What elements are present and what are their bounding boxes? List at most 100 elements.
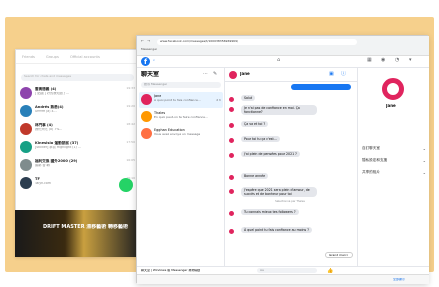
avatar	[228, 106, 235, 113]
avatar	[228, 152, 235, 159]
poster-text: DRIFT MASTER 漂移藝術 轉移藝術	[43, 224, 129, 230]
chat-preview: 最新.台.轉	[35, 164, 50, 167]
forward-arrow-icon[interactable]: →	[147, 39, 150, 43]
list-item[interactable]: 雷奧德義 (4) [ 貼圖 ] 好的我知道了... 19:33	[20, 86, 140, 103]
chat-name: Andrés 熟悉(4)	[35, 105, 64, 109]
tab-groups[interactable]: Groups	[46, 55, 59, 59]
conversation-list: 聊天室 ⋯ ✎ 搜尋 Messenger Jane A quoi point t…	[137, 68, 225, 266]
avatar	[20, 177, 32, 189]
list-item[interactable]: 林門事 (4) 我們大吃 (a) 7%... 18:42	[20, 122, 140, 139]
messenger-icon[interactable]: ◉	[381, 57, 385, 63]
avatar	[20, 87, 32, 99]
tab-official-accounts[interactable]: Official accounts	[70, 55, 100, 59]
message-bubble: Ça va et toi ?	[241, 121, 269, 127]
chat-name: 林門事 (4)	[35, 123, 53, 127]
url-text: www.facebook.com/messages/t/100038356969…	[160, 40, 238, 43]
phone-search-placeholder: Search for chats and messages	[24, 75, 72, 78]
chat-time: 16:05	[126, 159, 135, 162]
avatar	[20, 159, 32, 171]
chat-time: 17:50	[126, 141, 135, 144]
contact-name: Jane	[386, 104, 396, 108]
option-label: 自訂聊天室	[362, 146, 380, 150]
options-icon[interactable]: ⋯	[203, 71, 208, 77]
chat-name: 雷奧德義 (4)	[35, 87, 57, 91]
avatar	[228, 96, 235, 103]
conversation-name: Jane	[154, 94, 162, 98]
search-input[interactable]: 搜尋 Messenger	[141, 82, 221, 88]
chat-preview: Ufffffff (a) 4...	[35, 110, 57, 113]
video-call-icon[interactable]: ▣	[329, 71, 334, 77]
chevron-down-icon: ⌄	[422, 170, 426, 175]
chat-preview: 我們大吃 (a) 7%...	[35, 128, 63, 131]
facebook-logo-icon[interactable]: f	[141, 57, 150, 66]
avatar	[229, 71, 237, 79]
option-privacy-support[interactable]: 隱私設定和支援 ⌄	[362, 158, 428, 168]
tab-title[interactable]: Messenger	[141, 48, 157, 52]
conversation-name: Thales	[154, 111, 166, 115]
list-item[interactable]: Thales En quoi peut-on te faire confianc…	[139, 109, 223, 125]
avatar	[228, 188, 235, 195]
avatar	[228, 122, 235, 129]
chat-name: TF	[35, 177, 40, 181]
avatar	[141, 94, 152, 105]
chat-name: Kinesislo 運動發展 (37)	[35, 141, 79, 145]
option-shared-photos[interactable]: 共享的相片 ⌄	[362, 170, 428, 180]
list-item[interactable]: 福利交換 國外2000 (29) 最新.台.轉 16:05	[20, 158, 140, 175]
message-input[interactable]: Aa	[257, 268, 317, 273]
avatar	[228, 210, 235, 217]
search-icon[interactable]: ⌕	[153, 58, 155, 62]
list-item[interactable]: Andrés 熟悉(4) Ufffffff (a) 4... 19:20	[20, 104, 140, 121]
list-item[interactable]: Jane A quoi point tu fais confiance... 2…	[139, 92, 223, 108]
avatar	[228, 174, 235, 181]
conversation-info-panel: Jane 自訂聊天室 ⌄ 隱私設定和支援 ⌄ 共享的相片 ⌄	[357, 68, 429, 266]
chat-preview: [Sticker] 恭喜 Highlight (1) ...	[35, 146, 81, 149]
phone-search-input[interactable]: Search for chats and messages	[21, 74, 134, 81]
message-bubble: J'espère que 2021 sera plein d'amour, de…	[241, 187, 317, 197]
message-timestamp: Sélectionné par Thales	[275, 200, 305, 203]
message-bubble: Bonne année	[241, 173, 269, 179]
info-icon[interactable]: ⓘ	[341, 71, 346, 77]
grid-menu-icon[interactable]: ▦	[367, 57, 372, 63]
avatar	[382, 78, 404, 100]
url-bar[interactable]: www.facebook.com/messages/t/100038356969…	[157, 39, 357, 45]
chat-name: 福利交換 國外2000 (29)	[35, 159, 78, 163]
message-bubble: Tu connais mieux tes followers ?	[241, 209, 299, 215]
phone-top-bar: Friends Groups Official accounts	[16, 50, 141, 64]
back-arrow-icon[interactable]: ←	[141, 39, 144, 43]
conversation-title: Jane	[240, 72, 250, 76]
avatar	[228, 228, 235, 235]
new-message-icon[interactable]: ✎	[213, 71, 217, 77]
home-icon[interactable]: ⌂	[277, 57, 280, 63]
chat-preview: Taiyh.com	[35, 182, 51, 185]
option-label: 共享的相片	[362, 170, 380, 174]
option-label: 隱私設定和支援	[362, 158, 388, 162]
message-bubble: Salut	[241, 95, 256, 101]
avatar	[20, 123, 32, 135]
download-bar: 全部顯示	[137, 274, 429, 284]
chat-preview: [ 貼圖 ] 好的我知道了...	[35, 92, 70, 95]
message-composer: 聊天室 | Windows 版 Messenger 為你開啟 Aa 👍	[137, 266, 429, 274]
search-placeholder: 搜尋 Messenger	[144, 83, 168, 86]
avatar	[141, 111, 152, 122]
messenger-windows-banner[interactable]: 聊天室 | Windows 版 Messenger 為你開啟	[141, 269, 200, 273]
quick-reply-chip[interactable]: Grand merci	[325, 252, 353, 258]
message-bubble: Je n'ai pas de confiance en moi. Ça fonc…	[241, 105, 317, 115]
message-bubble: À quel point tu fais confiance au moins …	[241, 227, 312, 233]
chevron-down-icon: ⌄	[422, 158, 426, 163]
browser-toolbar: ← → www.facebook.com/messages/t/10003835…	[137, 36, 429, 56]
sent-message	[291, 84, 351, 90]
new-chat-button[interactable]	[119, 178, 133, 192]
chevron-down-icon: ⌄	[422, 146, 426, 151]
list-item[interactable]: Kinesislo 運動發展 (37) [Sticker] 恭喜 Highlig…	[20, 140, 140, 157]
show-all-link[interactable]: 全部顯示	[393, 278, 405, 282]
avatar	[141, 128, 152, 139]
chat-time: 18:42	[126, 123, 135, 126]
browser-window: ← → www.facebook.com/messages/t/10003835…	[136, 35, 429, 284]
bell-icon[interactable]: ◔	[395, 57, 399, 63]
list-item[interactable]: Egghan Education Vous avez envoyé un mes…	[139, 126, 223, 142]
option-customize-chat[interactable]: 自訂聊天室 ⌄	[362, 146, 428, 156]
conversation-preview: En quoi peut-on te faire confiance...	[154, 116, 208, 119]
tab-friends[interactable]: Friends	[22, 55, 35, 59]
message-bubble: Pour toi tu ça c'est...	[241, 136, 280, 142]
chevron-down-icon[interactable]: ▾	[409, 57, 412, 63]
